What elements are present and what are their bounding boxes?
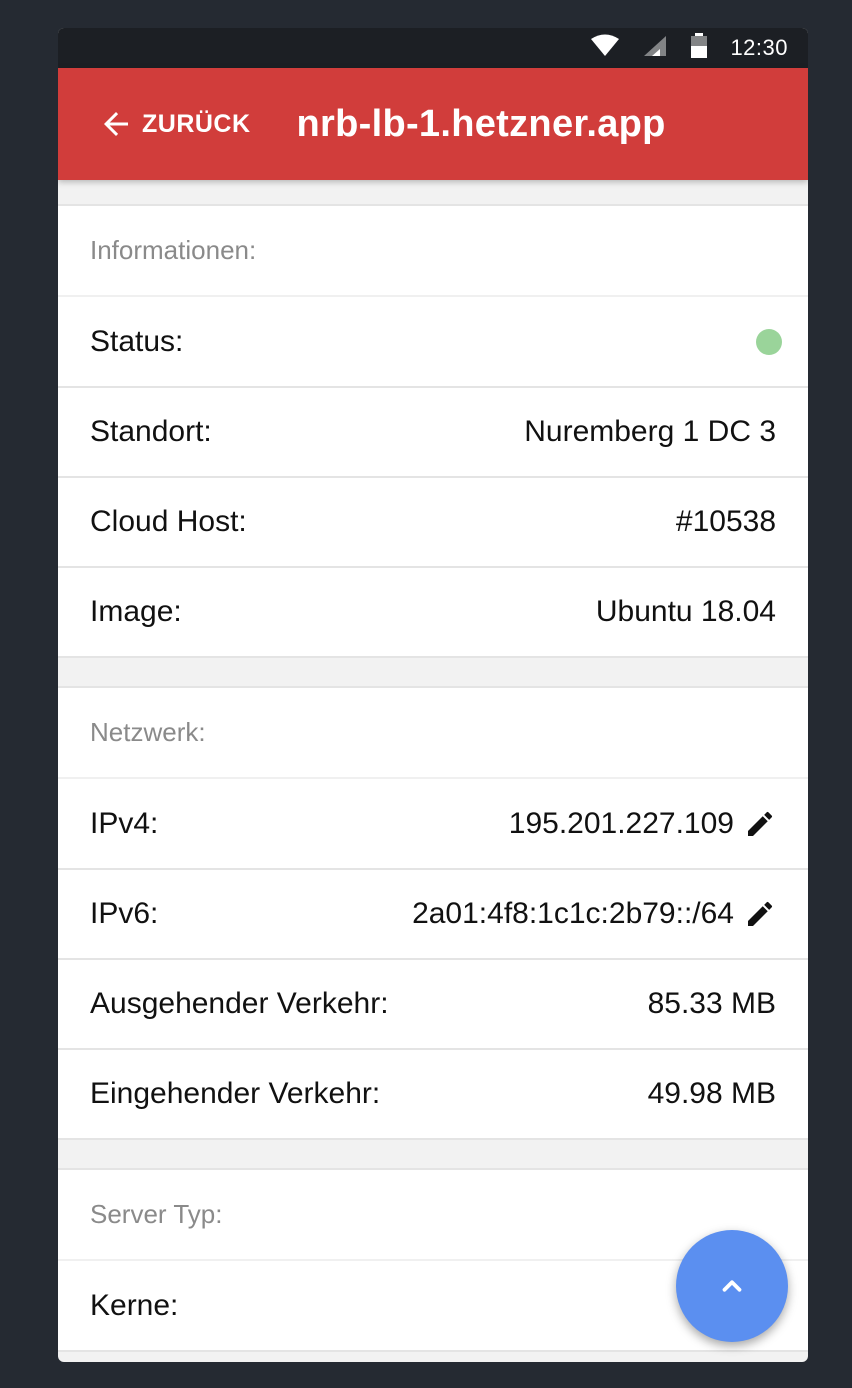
ipv6-value: 2a01:4f8:1c1c:2b79::/64: [412, 897, 734, 930]
outgoing-traffic-row: Ausgehender Verkehr: 85.33 MB: [58, 958, 808, 1048]
status-indicator: [756, 328, 782, 355]
cloud-host-label: Cloud Host:: [90, 505, 247, 538]
outgoing-traffic-value: 85.33 MB: [647, 987, 776, 1020]
edit-ipv4-pencil-icon[interactable]: [744, 808, 776, 840]
ipv4-label: IPv4:: [90, 806, 159, 840]
ipv4-row: IPv4: 195.201.227.109: [58, 778, 808, 868]
cores-label: Kerne:: [90, 1288, 179, 1322]
ipv6-value-wrap: 2a01:4f8:1c1c:2b79::/64: [412, 897, 776, 931]
signal-icon: [642, 34, 668, 63]
ipv6-label: IPv6:: [90, 897, 159, 930]
battery-icon: [690, 32, 708, 64]
chevron-up-icon: [722, 1280, 742, 1292]
cloud-host-row: Cloud Host: #10538: [58, 476, 808, 566]
ipv4-value: 195.201.227.109: [508, 806, 734, 840]
cloud-host-value: #10538: [675, 505, 776, 538]
image-label: Image:: [90, 595, 182, 628]
clock: 12:30: [730, 35, 788, 60]
image-row: Image: Ubuntu 18.04: [58, 566, 808, 656]
outgoing-traffic-label: Ausgehender Verkehr:: [90, 987, 389, 1020]
location-row: Standort: Nuremberg 1 DC 3: [58, 386, 808, 476]
content: Informationen: Status: Standort: Nurembe…: [58, 180, 808, 1352]
network-section: Netzwerk: IPv4: 195.201.227.109 IPv6: 2a…: [58, 686, 808, 1140]
incoming-traffic-label: Eingehender Verkehr:: [90, 1077, 381, 1110]
incoming-traffic-value: 49.98 MB: [647, 1077, 776, 1110]
page-title: nrb-lb-1.hetzner.app: [296, 102, 666, 145]
wifi-icon: [590, 34, 620, 63]
arrow-left-icon: [104, 112, 128, 136]
info-section: Informationen: Status: Standort: Nurembe…: [58, 204, 808, 658]
location-label: Standort:: [90, 415, 212, 448]
section-header-network: Netzwerk:: [58, 688, 808, 778]
section-header-info: Informationen:: [58, 206, 808, 296]
location-value: Nuremberg 1 DC 3: [524, 415, 776, 448]
edit-ipv6-pencil-icon[interactable]: [744, 898, 776, 930]
status-bar: 12:30: [58, 28, 808, 68]
image-value: Ubuntu 18.04: [595, 595, 776, 628]
ipv6-row: IPv6: 2a01:4f8:1c1c:2b79::/64: [58, 868, 808, 958]
ipv4-value-wrap: 195.201.227.109: [509, 807, 776, 841]
phone-frame: 12:30 ZURÜCK nrb-lb-1.hetzner.app Inform…: [58, 28, 808, 1362]
back-label: ZURÜCK: [142, 109, 251, 138]
status-row: Status:: [58, 296, 808, 386]
app-bar: ZURÜCK nrb-lb-1.hetzner.app: [58, 68, 808, 180]
scroll-to-top-button[interactable]: [676, 1230, 788, 1342]
incoming-traffic-row: Eingehender Verkehr: 49.98 MB: [58, 1048, 808, 1138]
back-button[interactable]: ZURÜCK: [98, 106, 251, 142]
status-label: Status:: [90, 324, 184, 358]
